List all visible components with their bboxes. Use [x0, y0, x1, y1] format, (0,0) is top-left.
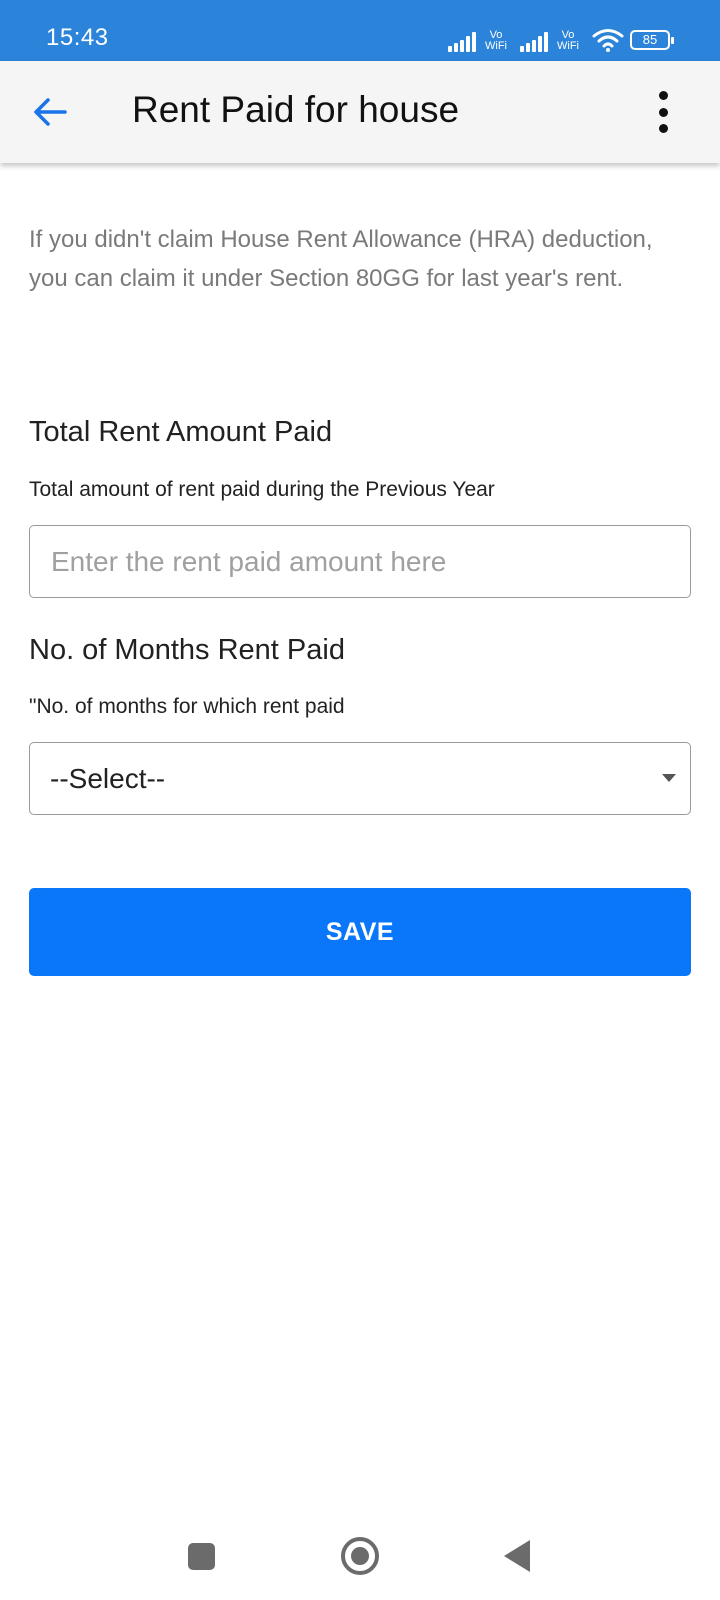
rent-amount-subtitle: Total amount of rent paid during the Pre… — [29, 478, 495, 501]
vowifi-label: Vo WiFi — [485, 29, 507, 52]
chevron-down-icon — [662, 774, 676, 782]
save-button[interactable]: SAVE — [29, 888, 691, 976]
months-title: No. of Months Rent Paid — [29, 634, 345, 666]
months-subtitle: "No. of months for which rent paid — [29, 695, 345, 718]
rent-amount-input[interactable] — [29, 525, 691, 598]
months-select-value: --Select-- — [50, 763, 166, 794]
more-options-button[interactable] — [648, 87, 678, 137]
intro-text: If you didn't claim House Rent Allowance… — [29, 226, 653, 292]
status-time: 15:43 — [46, 24, 109, 51]
battery-icon: 85 — [630, 30, 674, 50]
recents-square-icon[interactable] — [188, 1543, 215, 1570]
back-button[interactable] — [24, 86, 76, 138]
more-vert-icon-dot — [658, 124, 668, 133]
home-circle-icon[interactable] — [341, 1537, 379, 1575]
more-vert-icon-dot — [658, 107, 668, 117]
page-title: Rent Paid for house — [132, 89, 460, 130]
rent-amount-title: Total Rent Amount Paid — [29, 416, 333, 448]
wifi-icon — [592, 29, 624, 52]
more-vert-icon-dot — [658, 91, 668, 100]
app-bar: Rent Paid for house — [0, 61, 720, 163]
vowifi-label-2: Vo WiFi — [557, 29, 579, 52]
status-icons: Vo WiFi Vo WiFi 85 — [448, 22, 674, 52]
system-nav-bar — [0, 1520, 720, 1600]
signal-icon — [448, 30, 476, 52]
status-bar: 15:43 Vo WiFi Vo WiFi 85 — [0, 0, 720, 61]
months-select[interactable]: --Select-- — [29, 742, 691, 815]
back-triangle-icon[interactable] — [504, 1540, 530, 1572]
signal-icon-2 — [520, 30, 548, 52]
arrow-left-icon — [34, 98, 67, 126]
